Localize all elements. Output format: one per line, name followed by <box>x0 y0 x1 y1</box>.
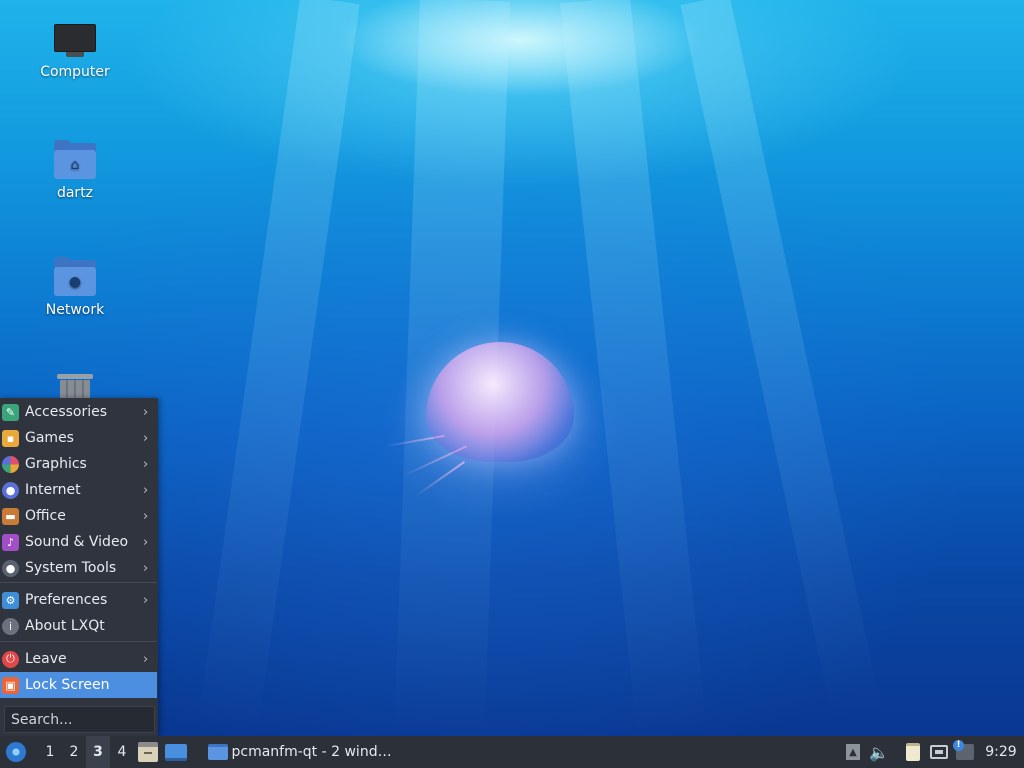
menu-item-graphics[interactable]: Graphics › <box>0 451 157 477</box>
chevron-right-icon: › <box>143 430 149 446</box>
volume-icon: 🔈 <box>869 742 889 762</box>
menu-item-label: Internet <box>25 482 81 498</box>
menu-item-label: Graphics <box>25 456 87 472</box>
menu-item-label: Games <box>25 430 74 446</box>
folder-icon <box>208 744 228 760</box>
tray-clipboard[interactable] <box>900 736 926 768</box>
network-icon <box>930 745 948 759</box>
chevron-right-icon: › <box>143 592 149 608</box>
taskbar: 1 2 3 4 pcmanfm-qt - 2 windo… ▲ 🔈 9:29 <box>0 736 1024 768</box>
desktop-icon-home[interactable]: ⌂ dartz <box>24 140 126 201</box>
chevron-right-icon: › <box>143 651 149 667</box>
desktop-icon-trash[interactable] <box>24 374 126 399</box>
desktop-switch-1[interactable]: 1 <box>38 736 62 768</box>
system-tray: ▲ 🔈 9:29 <box>840 736 1024 768</box>
menu-item-label: Office <box>25 508 66 524</box>
menu-item-preferences[interactable]: ⚙ Preferences › <box>0 587 157 613</box>
tray-volume[interactable]: 🔈 <box>866 736 892 768</box>
system-tools-icon: ● <box>2 559 19 577</box>
menu-item-leave[interactable]: ⏻ Leave › <box>0 646 157 672</box>
start-menu-button[interactable] <box>0 736 32 768</box>
trash-icon <box>57 374 93 399</box>
update-notifier-icon <box>953 740 974 760</box>
sound-video-icon: ♪ <box>2 533 19 551</box>
menu-item-label: Leave <box>25 651 67 667</box>
games-icon: ▪ <box>2 429 19 447</box>
preferences-icon: ⚙ <box>2 591 19 609</box>
show-desktop-icon <box>165 743 187 761</box>
internet-icon: ● <box>2 481 19 499</box>
desktop-switch-3[interactable]: 3 <box>86 736 110 768</box>
task-label: pcmanfm-qt - 2 windo… <box>231 744 397 760</box>
quicklaunch-file-manager[interactable] <box>134 736 162 768</box>
chevron-right-icon: › <box>143 534 149 550</box>
menu-item-label: Lock Screen <box>25 677 110 693</box>
menu-item-games[interactable]: ▪ Games › <box>0 425 157 451</box>
tray-network[interactable] <box>926 736 952 768</box>
menu-item-lock-screen[interactable]: ▣ Lock Screen <box>0 672 157 698</box>
menu-item-office[interactable]: ▬ Office › <box>0 503 157 529</box>
light-ray <box>197 0 360 734</box>
light-ray <box>680 0 883 726</box>
chevron-right-icon: › <box>143 508 149 524</box>
chevron-right-icon: › <box>143 404 149 420</box>
menu-item-label: System Tools <box>25 560 117 576</box>
home-folder-icon: ⌂ <box>54 140 96 179</box>
office-icon: ▬ <box>2 507 19 525</box>
desktop-icon-network[interactable]: ● Network <box>24 257 126 318</box>
menu-item-label: Accessories <box>25 404 108 420</box>
chevron-right-icon: › <box>143 456 149 472</box>
clock[interactable]: 9:29 <box>978 744 1024 760</box>
chevron-right-icon: › <box>143 482 149 498</box>
tray-removable-media[interactable]: ▲ <box>840 736 866 768</box>
start-menu: ✎ Accessories › ▪ Games › Graphics › ● I… <box>0 398 158 736</box>
menu-item-label: About LXQt <box>25 618 105 634</box>
lock-icon: ▣ <box>2 676 19 694</box>
eject-icon: ▲ <box>846 744 860 760</box>
network-folder-icon: ● <box>54 257 96 296</box>
desktop-icon-computer[interactable]: Computer <box>24 24 126 80</box>
menu-item-about[interactable]: i About LXQt <box>0 613 157 639</box>
power-icon: ⏻ <box>2 650 19 668</box>
info-icon: i <box>2 617 19 635</box>
clipboard-icon <box>906 743 920 761</box>
menu-item-system-tools[interactable]: ● System Tools › <box>0 555 157 581</box>
file-cabinet-icon <box>138 742 158 762</box>
graphics-icon <box>2 455 19 473</box>
menu-separator <box>0 641 157 642</box>
quicklaunch-show-desktop[interactable] <box>162 736 190 768</box>
tray-updates[interactable] <box>952 736 978 768</box>
menu-item-sound-video[interactable]: ♪ Sound & Video › <box>0 529 157 555</box>
accessories-icon: ✎ <box>2 403 19 421</box>
desktop-switch-4[interactable]: 4 <box>110 736 134 768</box>
desktop-icon-label: Computer <box>40 64 110 80</box>
menu-item-label: Preferences <box>25 592 108 608</box>
desktop-icon-label: Network <box>45 302 105 318</box>
task-button-pcmanfm[interactable]: pcmanfm-qt - 2 windo… <box>202 736 402 768</box>
desktop-icon-label: dartz <box>56 185 94 201</box>
desktop-switch-2[interactable]: 2 <box>62 736 86 768</box>
menu-item-internet[interactable]: ● Internet › <box>0 477 157 503</box>
chevron-right-icon: › <box>143 560 149 576</box>
menu-separator <box>0 582 157 583</box>
menu-search-input[interactable] <box>4 706 155 733</box>
computer-icon <box>54 24 96 58</box>
lxqt-logo-icon <box>6 742 26 762</box>
menu-item-label: Sound & Video <box>25 534 129 550</box>
menu-item-accessories[interactable]: ✎ Accessories › <box>0 399 157 425</box>
